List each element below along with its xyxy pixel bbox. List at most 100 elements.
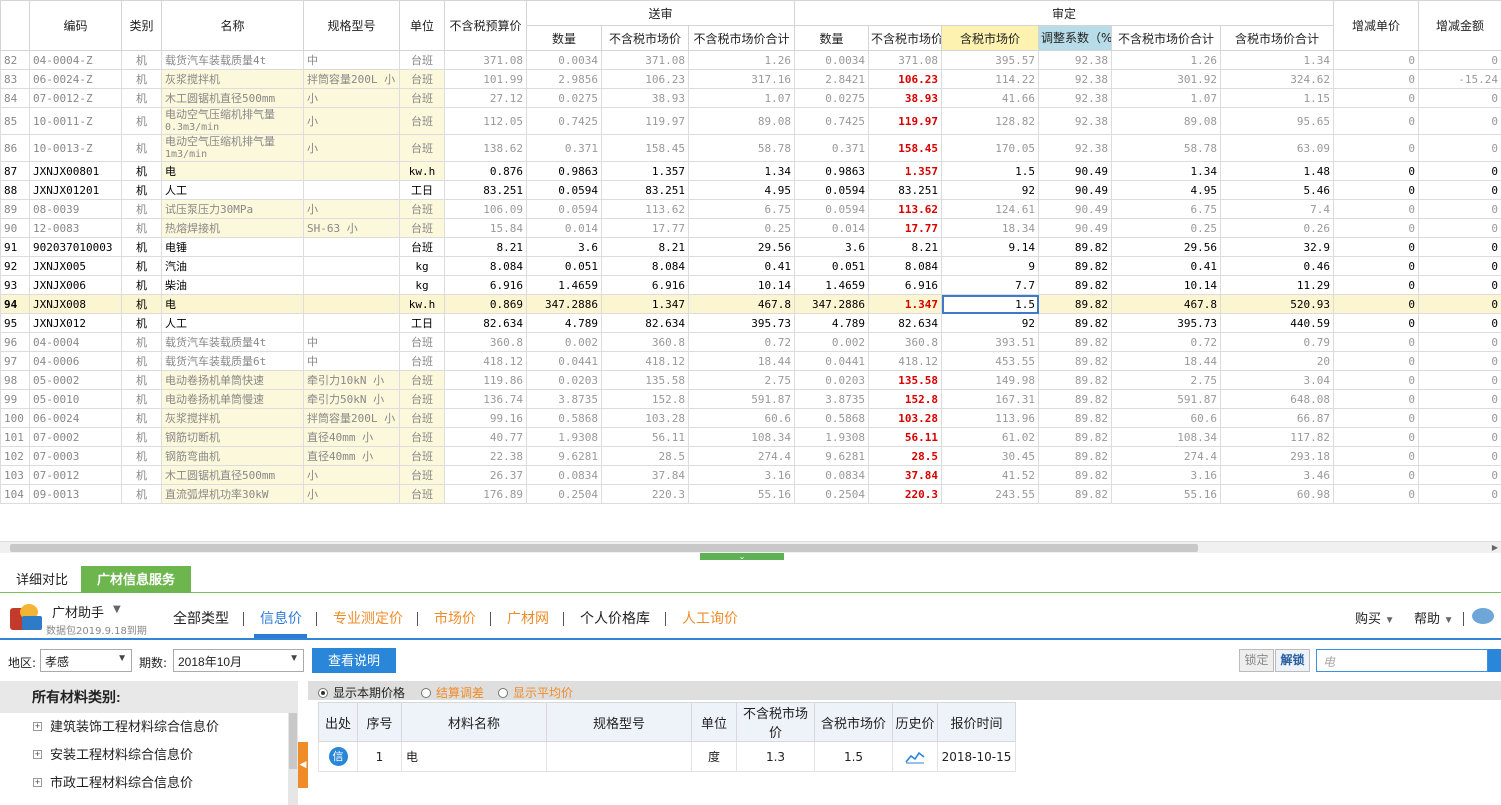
sub-price-cell[interactable]: 135.58 <box>601 370 689 390</box>
app-qty-cell[interactable]: 347.2886 <box>794 294 869 314</box>
table-row[interactable]: 96 04-0004 机载货汽车装载质量4t 中台班 360.8 0.002 360.8 0.… <box>0 332 1501 352</box>
code-cell[interactable]: 07-0002 <box>29 427 122 447</box>
vertical-scrollbar[interactable] <box>288 713 298 805</box>
spec-cell[interactable]: 直径40mm 小 <box>303 446 400 466</box>
app-tax-total-cell[interactable]: 0.79 <box>1219 332 1335 352</box>
table-row[interactable]: 90 12-0083 机热熔焊接机 SH-63 小台班 15.84 0.014 17.77 0… <box>0 218 1501 238</box>
code-cell[interactable]: 10-0011-Z <box>29 107 122 135</box>
spec-cell[interactable] <box>303 180 400 200</box>
table-row[interactable]: 信 1 电 度 1.3 1.5 2018-10-15 <box>318 741 1016 772</box>
name-cell[interactable]: 试压泵压力30MPa <box>161 199 304 219</box>
unit-cell[interactable]: 台班 <box>399 218 445 238</box>
sub-qty-cell[interactable]: 3.8735 <box>526 389 602 409</box>
app-price-cell[interactable]: 418.12 <box>868 351 942 371</box>
diff-amount-cell[interactable]: 0 <box>1418 256 1501 276</box>
sub-qty-cell[interactable]: 0.0441 <box>526 351 602 371</box>
pt-header-source[interactable]: 出处 <box>318 702 358 742</box>
pt-history[interactable] <box>892 741 938 772</box>
unit-cell[interactable]: kg <box>399 256 445 276</box>
diff-amount-cell[interactable]: 0 <box>1418 484 1501 504</box>
code-cell[interactable]: 12-0083 <box>29 218 122 238</box>
sub-price-cell[interactable]: 220.3 <box>601 484 689 504</box>
app-qty-cell[interactable]: 0.9863 <box>794 161 869 181</box>
adjust-coef-cell[interactable]: 92.38 <box>1038 50 1112 70</box>
app-tax-price-cell[interactable]: 113.96 <box>941 408 1039 428</box>
app-tax-total-cell[interactable]: 0.26 <box>1219 218 1335 238</box>
category-cell[interactable]: 机 <box>121 465 162 485</box>
budget-price-cell[interactable]: 371.08 <box>444 50 527 70</box>
tree-item-installation[interactable]: + 安装工程材料综合信息价 <box>0 741 298 769</box>
budget-price-cell[interactable]: 8.084 <box>444 256 527 276</box>
header-spec[interactable]: 规格型号 <box>303 0 400 51</box>
table-row[interactable]: 84 07-0012-Z 机木工圆锯机直径500mm 小台班 27.12 0.0275 38… <box>0 88 1501 108</box>
tree-item-municipal[interactable]: + 市政工程材料综合信息价 <box>0 769 298 797</box>
code-cell[interactable]: JXNJX00801 <box>29 161 122 181</box>
code-cell[interactable]: 06-0024-Z <box>29 69 122 89</box>
table-row[interactable]: 87 JXNJX00801 机电 kw.h 0.876 0.9863 1.357 1.34 0.… <box>0 161 1501 181</box>
table-row[interactable]: 94 JXNJX008 机电 kw.h 0.869 347.2886 1.347 467.8 3… <box>0 294 1501 314</box>
sub-total-cell[interactable]: 0.25 <box>688 218 795 238</box>
name-cell[interactable]: 木工圆锯机直径500mm <box>161 465 304 485</box>
app-qty-cell[interactable]: 0.002 <box>794 332 869 352</box>
category-cell[interactable]: 机 <box>121 161 162 181</box>
header-app-market-price[interactable]: 不含税市场价 <box>868 25 942 51</box>
category-cell[interactable]: 机 <box>121 69 162 89</box>
app-tax-total-cell[interactable]: 32.9 <box>1219 237 1335 257</box>
diff-amount-cell[interactable]: 0 <box>1418 313 1501 333</box>
app-price-cell[interactable]: 360.8 <box>868 332 942 352</box>
sub-total-cell[interactable]: 1.07 <box>688 88 795 108</box>
app-price-cell[interactable]: 1.347 <box>868 294 942 314</box>
sub-total-cell[interactable]: 0.41 <box>688 256 795 276</box>
name-cell[interactable]: 人工 <box>161 313 304 333</box>
code-cell[interactable]: 07-0012 <box>29 465 122 485</box>
sub-qty-cell[interactable]: 1.4659 <box>526 275 602 295</box>
app-qty-cell[interactable]: 9.6281 <box>794 446 869 466</box>
table-row[interactable]: 89 08-0039 机试压泵压力30MPa 小台班 106.09 0.0594 113.6… <box>0 199 1501 219</box>
sub-total-cell[interactable]: 89.08 <box>688 107 795 135</box>
app-total-cell[interactable]: 60.6 <box>1111 408 1221 428</box>
diff-unit-cell[interactable]: 0 <box>1333 88 1420 108</box>
app-tax-price-cell[interactable]: 114.22 <box>941 69 1039 89</box>
category-cell[interactable]: 机 <box>121 275 162 295</box>
code-cell[interactable]: 05-0002 <box>29 370 122 390</box>
app-tax-price-cell[interactable]: 9 <box>941 256 1039 276</box>
app-total-cell[interactable]: 18.44 <box>1111 351 1221 371</box>
app-qty-cell[interactable]: 1.4659 <box>794 275 869 295</box>
spec-cell[interactable]: 小 <box>303 107 400 135</box>
app-qty-cell[interactable]: 0.0594 <box>794 199 869 219</box>
category-cell[interactable]: 机 <box>121 237 162 257</box>
app-tax-price-cell[interactable]: 149.98 <box>941 370 1039 390</box>
app-tax-price-cell[interactable]: 393.51 <box>941 332 1039 352</box>
app-total-cell[interactable]: 274.4 <box>1111 446 1221 466</box>
horizontal-scrollbar[interactable]: ▶ <box>0 541 1501 553</box>
expand-icon[interactable]: + <box>33 778 42 787</box>
app-tax-price-cell[interactable]: 128.82 <box>941 107 1039 135</box>
app-total-cell[interactable]: 6.75 <box>1111 199 1221 219</box>
app-qty-cell[interactable]: 3.8735 <box>794 389 869 409</box>
name-cell[interactable]: 电 <box>161 161 304 181</box>
unit-cell[interactable]: 台班 <box>399 446 445 466</box>
category-cell[interactable]: 机 <box>121 88 162 108</box>
app-tax-total-cell[interactable]: 117.82 <box>1219 427 1335 447</box>
pt-header-spec[interactable]: 规格型号 <box>546 702 692 742</box>
diff-unit-cell[interactable]: 0 <box>1333 484 1420 504</box>
sub-total-cell[interactable]: 29.56 <box>688 237 795 257</box>
budget-price-cell[interactable]: 8.21 <box>444 237 527 257</box>
app-price-cell[interactable]: 6.916 <box>868 275 942 295</box>
diff-unit-cell[interactable]: 0 <box>1333 446 1420 466</box>
table-row[interactable]: 93 JXNJX006 机柴油 kg 6.916 1.4659 6.916 10.14 1.46… <box>0 275 1501 295</box>
app-total-cell[interactable]: 108.34 <box>1111 427 1221 447</box>
spec-cell[interactable]: 小 <box>303 465 400 485</box>
adjust-coef-cell[interactable]: 90.49 <box>1038 218 1112 238</box>
app-price-cell[interactable]: 56.11 <box>868 427 942 447</box>
app-total-cell[interactable]: 2.75 <box>1111 370 1221 390</box>
diff-amount-cell[interactable]: 0 <box>1418 218 1501 238</box>
sub-price-cell[interactable]: 37.84 <box>601 465 689 485</box>
app-qty-cell[interactable]: 1.9308 <box>794 427 869 447</box>
row-number[interactable]: 92 <box>0 256 30 276</box>
row-number[interactable]: 103 <box>0 465 30 485</box>
adjust-coef-cell[interactable]: 89.82 <box>1038 313 1112 333</box>
app-qty-cell[interactable]: 2.8421 <box>794 69 869 89</box>
app-price-cell[interactable]: 119.97 <box>868 107 942 135</box>
budget-price-cell[interactable]: 106.09 <box>444 199 527 219</box>
